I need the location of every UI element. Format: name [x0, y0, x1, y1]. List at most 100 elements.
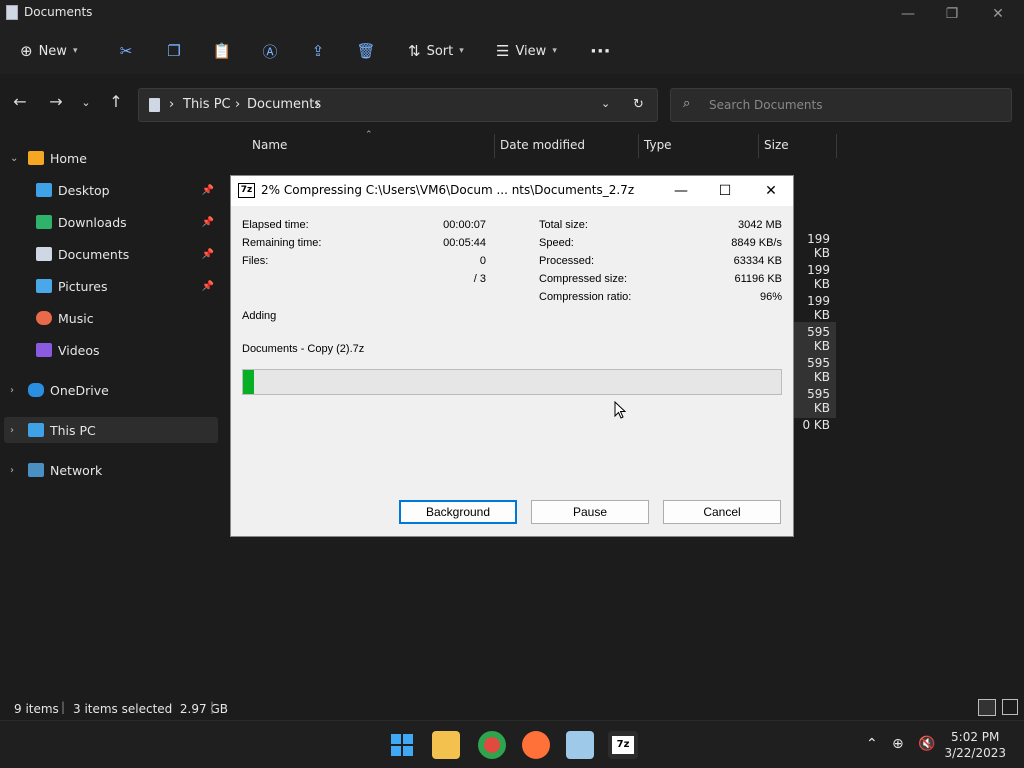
selection-info: 3 items selected 2.97 GB: [73, 702, 228, 716]
sidebar-item-this-pc[interactable]: › This PC: [4, 417, 218, 443]
rename-button[interactable]: Ⓐ: [260, 36, 280, 66]
compressed-size-value: 61196 KB: [734, 273, 782, 285]
copy-button[interactable]: ❐: [164, 36, 184, 66]
globe-icon[interactable]: ⊕: [892, 736, 904, 752]
size-cell: 199 KB: [807, 232, 830, 260]
sidebar-item-desktop[interactable]: Desktop 📌: [4, 177, 218, 203]
search-input[interactable]: [709, 96, 999, 114]
view-button[interactable]: ☰ View ▾: [496, 36, 557, 66]
size-cell: 595 KB: [794, 384, 836, 418]
dialog-minimize-button[interactable]: —: [659, 178, 703, 204]
column-divider[interactable]: [758, 134, 759, 158]
column-divider[interactable]: [638, 134, 639, 158]
forward-arrow-icon[interactable]: →: [44, 92, 68, 111]
maximize-button[interactable]: ❐: [930, 0, 974, 28]
chrome-icon[interactable]: [478, 731, 506, 759]
firefox-icon[interactable]: [522, 731, 550, 759]
column-divider[interactable]: [836, 134, 837, 158]
compression-ratio-value: 96%: [759, 291, 782, 303]
pin-icon[interactable]: 📌: [202, 249, 214, 260]
address-dropdown-icon[interactable]: ⌄: [601, 97, 610, 110]
sidebar-item-network[interactable]: › Network: [4, 457, 218, 483]
breadcrumb-sep: ›: [169, 97, 175, 112]
sidebar-item-documents[interactable]: Documents 📌: [4, 241, 218, 267]
progress-bar: [242, 369, 782, 395]
new-button[interactable]: ⊕ New ▾: [20, 36, 77, 66]
task-manager-icon[interactable]: [566, 731, 594, 759]
delete-button[interactable]: 🗑: [356, 36, 376, 66]
close-button[interactable]: ✕: [976, 0, 1020, 28]
back-arrow-icon[interactable]: ←: [8, 92, 32, 111]
sidebar-item-music[interactable]: Music: [4, 305, 218, 331]
chevron-up-icon[interactable]: ⌃: [866, 736, 878, 752]
view-label: View: [515, 43, 547, 59]
sort-button[interactable]: ⇅ Sort ▾: [408, 36, 464, 66]
status-divider: |: [210, 700, 215, 714]
breadcrumb-documents[interactable]: Documents: [247, 97, 321, 112]
minimize-button[interactable]: —: [886, 0, 930, 28]
sidebar-item-downloads[interactable]: Downloads 📌: [4, 209, 218, 235]
dialog-maximize-button[interactable]: ☐: [703, 178, 747, 204]
details-view-icon[interactable]: [978, 699, 996, 716]
breadcrumb-sep: ›: [315, 97, 321, 112]
clock[interactable]: 5:02 PM 3/22/2023: [944, 729, 1006, 761]
sort-label: Sort: [426, 43, 454, 59]
files-value: 0: [479, 255, 486, 267]
column-date-modified[interactable]: Date modified: [500, 138, 585, 152]
cut-button[interactable]: ✂: [116, 36, 136, 66]
window-title: Documents: [24, 5, 93, 19]
sidebar-label: Music: [58, 310, 94, 326]
sidebar-item-onedrive[interactable]: › OneDrive: [4, 377, 218, 403]
recent-chevron-icon[interactable]: ⌄: [74, 96, 98, 109]
total-size-value: 3042 MB: [737, 219, 782, 231]
column-type[interactable]: Type: [644, 138, 672, 152]
clipboard-icon: 📋: [212, 42, 232, 60]
size-cell: 199 KB: [807, 294, 830, 322]
explorer-toolbar: ⊕ New ▾ ✂ ❐ 📋 Ⓐ ⇪ 🗑 ⇅ Sort ▾ ☰ View ▾ ··…: [0, 28, 1024, 74]
remaining-time-label: Remaining time:: [242, 237, 322, 249]
pin-icon[interactable]: 📌: [202, 217, 214, 228]
breadcrumb-this-pc[interactable]: This PC: [183, 97, 231, 112]
column-size[interactable]: Size: [764, 138, 789, 152]
pause-button[interactable]: Pause: [531, 500, 649, 524]
search-box[interactable]: ⌕: [670, 88, 1012, 122]
file-explorer-icon[interactable]: [432, 731, 460, 759]
sidebar-label: Documents: [58, 246, 130, 262]
refresh-icon[interactable]: ↻: [633, 97, 644, 112]
speaker-muted-icon[interactable]: 🔇: [918, 736, 935, 752]
column-name[interactable]: Name: [252, 138, 287, 152]
dialog-titlebar: 7z 2% Compressing C:\Users\VM6\Docum ...…: [231, 176, 793, 206]
sidebar-item-videos[interactable]: Videos: [4, 337, 218, 363]
chevron-down-icon: ▾: [552, 46, 557, 56]
paste-button[interactable]: 📋: [212, 36, 232, 66]
sidebar-item-home[interactable]: ⌄ Home: [4, 145, 218, 171]
speed-value: 8849 KB/s: [731, 237, 782, 249]
sort-ascending-icon: ⌃: [365, 130, 373, 140]
start-windows-icon[interactable]: [388, 731, 416, 759]
elapsed-time-value: 00:00:07: [443, 219, 486, 231]
7zip-taskbar-icon[interactable]: 7z: [608, 731, 638, 759]
files-total-value: / 3: [473, 273, 486, 285]
share-button[interactable]: ⇪: [308, 36, 328, 66]
cancel-button[interactable]: Cancel: [663, 500, 781, 524]
sidebar-label: Network: [50, 462, 103, 478]
more-options-button[interactable]: ···: [590, 36, 611, 66]
pin-icon[interactable]: 📌: [202, 281, 214, 292]
pictures-icon: [36, 279, 52, 293]
compression-ratio-label: Compression ratio:: [539, 291, 632, 303]
plus-circle-icon: ⊕: [20, 42, 33, 60]
sidebar-item-pictures[interactable]: Pictures 📌: [4, 273, 218, 299]
up-arrow-icon[interactable]: ↑: [104, 92, 128, 111]
pin-icon[interactable]: 📌: [202, 185, 214, 196]
music-icon: [36, 311, 52, 325]
address-bar[interactable]: › This PC › Documents › ⌄ ↻: [138, 88, 658, 122]
chevron-right-icon: ›: [10, 424, 14, 436]
dialog-close-button[interactable]: ✕: [749, 178, 793, 204]
7zip-icon: 7z: [238, 183, 255, 198]
tiles-view-icon[interactable]: [1002, 699, 1018, 715]
rename-icon: Ⓐ: [262, 42, 278, 61]
background-button[interactable]: Background: [399, 500, 517, 524]
remaining-time-value: 00:05:44: [443, 237, 486, 249]
column-divider[interactable]: [494, 134, 495, 158]
videos-icon: [36, 343, 52, 357]
